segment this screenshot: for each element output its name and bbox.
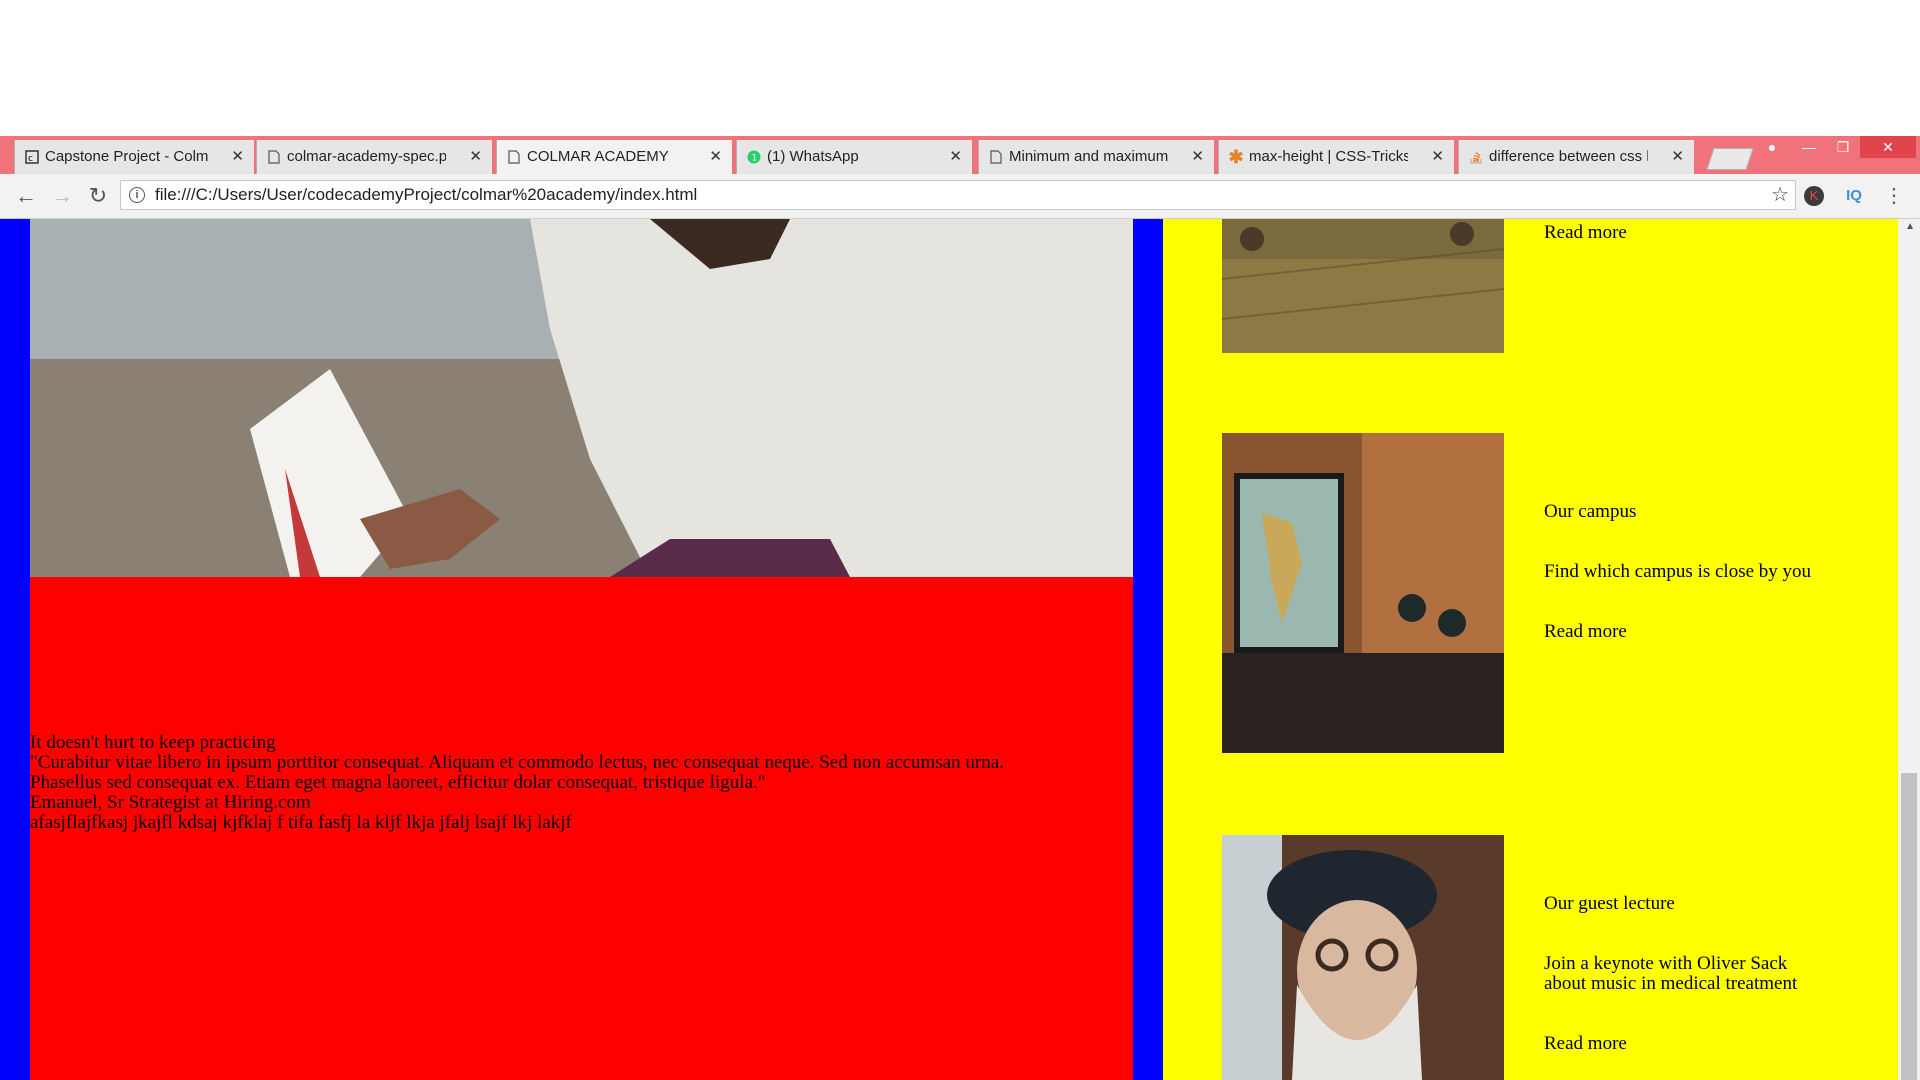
testimonial-heading: It doesn't hurt to keep practicing: [30, 732, 276, 753]
tab-label: COLMAR ACADEMY: [527, 148, 669, 165]
tab-label: Minimum and maximum: [1009, 148, 1168, 165]
tab-colmar-academy[interactable]: COLMAR ACADEMY ✕: [496, 140, 732, 174]
tab-label: colmar-academy-spec.png: [287, 148, 446, 165]
tab-close-icon[interactable]: ✕: [1671, 140, 1684, 174]
scrollbar-thumb[interactable]: [1901, 773, 1917, 1080]
card-image-grass: [1222, 219, 1504, 353]
extension-k-icon[interactable]: K: [1804, 186, 1824, 206]
card-text-campus: Our campus Find which campus is close by…: [1544, 502, 1811, 642]
url-text: file:///C:/Users/User/codecademyProject/…: [155, 185, 698, 204]
tab-capstone-project[interactable]: c Capstone Project - Colmar ✕: [14, 140, 254, 174]
card-image-campus: [1222, 433, 1504, 753]
file-icon: [267, 150, 281, 164]
page-viewport: It doesn't hurt to keep practicing "Cura…: [0, 219, 1920, 1080]
bookmark-star-icon[interactable]: ☆: [1771, 181, 1789, 209]
codecademy-icon: c: [25, 150, 39, 164]
tab-close-icon[interactable]: ✕: [1431, 140, 1444, 174]
top-blank-area: [0, 0, 1920, 136]
read-more-link[interactable]: Read more: [1544, 1034, 1797, 1054]
testimonial-extra: afasjflajfkasj jkajfl kdsaj kjfklaj f ti…: [30, 812, 572, 833]
tab-minimum-maximum[interactable]: Minimum and maximum ✕: [978, 140, 1214, 174]
profile-icon[interactable]: ●: [1758, 136, 1786, 158]
maximize-icon[interactable]: ❐: [1826, 136, 1860, 158]
reader-photo: [30, 219, 1133, 577]
whatsapp-icon: 1: [747, 150, 761, 164]
tab-label: difference between css he: [1489, 148, 1648, 165]
tab-close-icon[interactable]: ✕: [231, 140, 244, 174]
tab-close-icon[interactable]: ✕: [709, 140, 722, 174]
card-text-lecture: Our guest lecture Join a keynote with Ol…: [1544, 894, 1797, 1054]
card-description: about music in medical treatment: [1544, 973, 1798, 994]
card-title: Our guest lecture: [1544, 893, 1675, 914]
testimonial-text: It doesn't hurt to keep practicing "Cura…: [30, 733, 1133, 833]
file-icon: [507, 150, 521, 164]
card-title: Our campus: [1544, 501, 1637, 522]
testimonial-author: Emanuel, Sr Strategist at Hiring.com: [30, 792, 311, 813]
vertical-scrollbar[interactable]: ▲: [1898, 219, 1920, 1080]
card-image-lecturer: [1222, 835, 1504, 1080]
file-icon: [989, 150, 1003, 164]
card-description: Find which campus is close by you: [1544, 561, 1812, 582]
testimonial-block: It doesn't hurt to keep practicing "Cura…: [30, 577, 1133, 1080]
read-more-link[interactable]: Read more: [1544, 622, 1811, 642]
card-text-1: Read more: [1544, 223, 1627, 243]
tab-close-icon[interactable]: ✕: [1191, 140, 1204, 174]
tab-close-icon[interactable]: ✕: [469, 140, 482, 174]
testimonial-quote-line: "Curabitur vitae libero in ipsum porttit…: [30, 752, 1004, 773]
tab-label: max-height | CSS-Tricks: [1249, 148, 1408, 165]
tab-label: (1) WhatsApp: [767, 148, 859, 165]
stackoverflow-icon: [1469, 150, 1483, 164]
back-icon[interactable]: ←: [12, 182, 40, 210]
new-tab-button[interactable]: [1706, 148, 1754, 170]
testimonial-quote-line: Phasellus sed consequat ex. Etiam eget m…: [30, 772, 766, 793]
svg-text:1: 1: [752, 154, 758, 164]
card-description: Join a keynote with Oliver Sack: [1544, 953, 1788, 974]
tab-whatsapp[interactable]: 1 (1) WhatsApp ✕: [736, 140, 972, 174]
csstricks-icon: ✱: [1228, 147, 1244, 167]
address-bar[interactable]: i file:///C:/Users/User/codecademyProjec…: [120, 180, 1796, 210]
info-icon[interactable]: i: [129, 187, 145, 203]
tab-css-tricks[interactable]: ✱ max-height | CSS-Tricks ✕: [1218, 140, 1454, 174]
svg-text:c: c: [28, 154, 33, 164]
browser-toolbar: ← → ↻ i file:///C:/Users/User/codecademy…: [0, 174, 1920, 219]
tab-stackoverflow[interactable]: difference between css he ✕: [1458, 140, 1694, 174]
extension-iq-icon[interactable]: IQ: [1844, 186, 1864, 206]
menu-icon[interactable]: ⋮: [1880, 182, 1908, 210]
reload-icon[interactable]: ↻: [84, 182, 112, 210]
left-column: It doesn't hurt to keep practicing "Cura…: [0, 219, 1163, 1080]
tab-colmar-spec[interactable]: colmar-academy-spec.png ✕: [256, 140, 492, 174]
forward-icon[interactable]: →: [48, 182, 76, 210]
minimize-icon[interactable]: —: [1792, 136, 1826, 158]
tab-label: Capstone Project - Colmar: [45, 148, 208, 165]
read-more-link[interactable]: Read more: [1544, 223, 1627, 243]
tab-close-icon[interactable]: ✕: [949, 140, 962, 174]
tab-strip: c Capstone Project - Colmar ✕ colmar-aca…: [0, 136, 1920, 174]
close-window-icon[interactable]: ✕: [1860, 136, 1916, 158]
scroll-up-icon[interactable]: ▲: [1905, 221, 1915, 232]
